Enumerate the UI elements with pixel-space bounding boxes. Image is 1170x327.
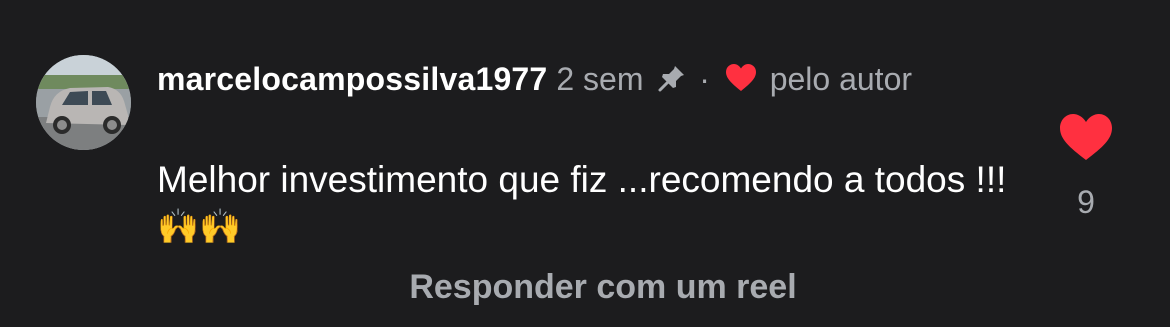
comment-text-block: Melhor investimento que fiz ...recomendo… [157,157,1017,250]
timestamp: 2 sem [556,61,644,97]
comment-text: Melhor investimento que fiz ...recomendo… [157,159,1007,200]
meta-separator: · [699,61,710,97]
like-count: 9 [1077,184,1095,220]
username-link[interactable]: marcelocampossilva1977 [157,61,547,97]
pin-icon [658,66,685,92]
avatar[interactable] [36,55,131,150]
liked-by-author-label: pelo autor [769,61,913,97]
reply-with-reel-button[interactable]: Responder com um reel [0,268,1170,307]
avatar-photo [36,55,131,150]
comment: marcelocampossilva1977 2 sem · pelo auto… [0,0,1170,327]
comment-header: marcelocampossilva1977 2 sem · pelo auto… [157,58,927,100]
like-heart-icon[interactable] [1058,112,1114,162]
heart-icon [725,64,756,91]
raised-hands-emoji: 🙌🙌 [157,207,242,247]
